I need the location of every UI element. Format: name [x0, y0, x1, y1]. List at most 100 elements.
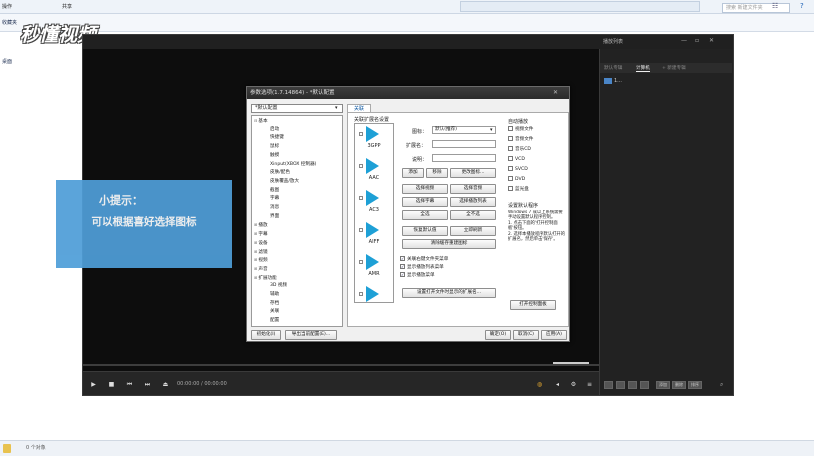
pl-search-icon[interactable]: ⌕	[720, 381, 723, 389]
tree-item[interactable]: 字幕	[254, 231, 267, 237]
change-icon-button[interactable]: 更改图标...	[450, 168, 496, 178]
tree-item[interactable]: 视频	[254, 257, 267, 263]
tree-item[interactable]: 快捷键	[270, 135, 284, 140]
volume-slider[interactable]	[553, 362, 589, 364]
tree-item[interactable]: 播放	[254, 222, 267, 228]
explorer-menu-left[interactable]: 操作	[2, 3, 12, 10]
prev-icon[interactable]: ⏮	[125, 380, 134, 389]
select-video-button[interactable]: 选择视频	[402, 184, 448, 194]
pl-btn-c[interactable]	[628, 381, 637, 389]
open-control-panel-button[interactable]: 打开控制面板	[510, 300, 556, 310]
pl-btn-b[interactable]	[616, 381, 625, 389]
menu-icon[interactable]: ≡	[585, 380, 594, 389]
select-audio-button[interactable]: 选择音频	[450, 184, 496, 194]
select-playlist-button[interactable]: 选择播放列表	[450, 197, 496, 207]
autoplay-checkbox[interactable]: VCD	[508, 156, 525, 163]
pl-add-button[interactable]: 添加	[656, 381, 670, 389]
tree-item[interactable]: 扩展功能	[254, 275, 276, 281]
eject-icon[interactable]: ⏏	[161, 380, 170, 389]
extension-item[interactable]: AMR	[359, 249, 389, 282]
extension-checkbox[interactable]	[359, 292, 363, 296]
preset-select[interactable]: *默认配置	[251, 104, 343, 113]
tree-item[interactable]: 3D 视频	[270, 283, 287, 288]
tree-item[interactable]: 基本	[254, 118, 267, 124]
pl-btn-a[interactable]	[604, 381, 613, 389]
refresh-now-button[interactable]: 立即刷新	[450, 226, 496, 236]
playlist-tab-new[interactable]: + 新建专辑	[662, 65, 686, 71]
extension-checkbox[interactable]	[359, 196, 363, 200]
tree-item[interactable]: 辅助	[270, 292, 279, 297]
tree-item[interactable]: 界面	[270, 214, 279, 219]
autoplay-checkbox[interactable]: 蓝光盘	[508, 186, 529, 193]
tree-item[interactable]: 存档	[270, 301, 279, 306]
tree-item[interactable]: 皮肤覆盖/放大	[270, 179, 299, 184]
settings-tree[interactable]: 基本启动快捷键鼠标触摸 Xinput(XBOX 控制器) 皮肤/配色皮肤覆盖/放大截…	[251, 115, 343, 327]
maximize-icon[interactable]: ▫	[695, 37, 699, 44]
init-button[interactable]: 初始化(I)	[251, 330, 281, 340]
extension-list[interactable]: 3GPP AAC AC3 AIFF AMR AMV	[354, 123, 394, 303]
dialog-close-icon[interactable]: ✕	[553, 89, 558, 96]
extension-item[interactable]: AAC	[359, 153, 389, 186]
extension-checkbox[interactable]	[359, 164, 363, 168]
next-icon[interactable]: ⏭	[143, 380, 152, 389]
minimize-icon[interactable]: —	[681, 37, 687, 44]
extension-checkbox[interactable]	[359, 132, 363, 136]
select-all-button[interactable]: 全选	[402, 210, 448, 220]
apply-button[interactable]: 应用(A)	[541, 330, 567, 340]
select-subtitle-button[interactable]: 选择字幕	[402, 197, 448, 207]
autoplay-checkbox[interactable]: 音乐CD	[508, 146, 531, 153]
playlist-item[interactable]: 1...	[614, 78, 622, 84]
extension-item[interactable]: 3GPP	[359, 124, 389, 154]
tree-item[interactable]: 触摸	[270, 153, 279, 158]
3d-icon[interactable]: ◍	[535, 380, 544, 389]
pl-btn-d[interactable]	[640, 381, 649, 389]
nav-favorites[interactable]: 收藏夹	[2, 19, 17, 26]
settings-gear-icon[interactable]: ⚙	[569, 380, 578, 389]
tree-item[interactable]: 配置	[270, 318, 279, 323]
ok-button[interactable]: 确定(O)	[485, 330, 511, 340]
tree-item[interactable]: 皮肤/配色	[270, 170, 290, 175]
tree-item[interactable]: 滤镜	[254, 249, 267, 255]
pl-sort-button[interactable]: 排序	[688, 381, 702, 389]
pl-delete-button[interactable]: 删除	[672, 381, 686, 389]
clear-cache-button[interactable]: 清除缓存重建图标	[402, 239, 496, 249]
explorer-menu-share[interactable]: 共享	[62, 3, 72, 10]
check-playlist-menu[interactable]: ✓ 显示播放列表菜单	[400, 264, 444, 271]
desc-input[interactable]	[432, 154, 496, 162]
chevron-down-icon[interactable]: ▾	[335, 105, 338, 111]
extension-checkbox[interactable]	[359, 228, 363, 232]
autoplay-checkbox[interactable]: DVD	[508, 176, 525, 183]
address-bar[interactable]	[460, 1, 700, 12]
extension-item[interactable]: AIFF	[359, 217, 389, 250]
view-options-icon[interactable]: ☷	[772, 2, 778, 10]
set-open-ext-button[interactable]: 设置打开文件时显示的扩展名...	[402, 288, 496, 298]
playlist-tab-computer[interactable]: 计算机	[636, 65, 650, 72]
playlist-tab-default[interactable]: 默认专辑	[604, 65, 622, 71]
autoplay-checkbox[interactable]: 音频文件	[508, 136, 533, 143]
volume-icon[interactable]: ◂	[553, 380, 562, 389]
tree-item[interactable]: Xinput(XBOX 控制器)	[270, 162, 316, 167]
tree-item[interactable]: 鼠标	[270, 144, 279, 149]
autoplay-checkbox[interactable]: 视频文件	[508, 126, 533, 133]
extension-checkbox[interactable]	[359, 260, 363, 264]
tree-item[interactable]: 关联	[270, 309, 279, 314]
help-icon[interactable]: ?	[800, 2, 804, 10]
export-config-button[interactable]: 导出当前配置(E)...	[285, 330, 337, 340]
select-none-button[interactable]: 全不选	[450, 210, 496, 220]
search-input[interactable]: 搜索 新建文件夹	[722, 3, 790, 13]
ext-input[interactable]	[432, 140, 496, 148]
remove-button[interactable]: 移除	[426, 168, 448, 178]
tree-item[interactable]: 截图	[270, 188, 279, 193]
add-button[interactable]: 添加	[402, 168, 424, 178]
icon-select-chevron-icon[interactable]: ▾	[490, 127, 493, 133]
tree-item[interactable]: 启动	[270, 127, 279, 132]
play-icon[interactable]: ▶	[89, 380, 98, 389]
tree-item[interactable]: 设备	[254, 240, 267, 246]
seek-bar[interactable]	[83, 364, 599, 366]
extension-item[interactable]: AC3	[359, 185, 389, 218]
check-play-menu[interactable]: ✓ 显示播放菜单	[400, 272, 435, 279]
tree-item[interactable]: 声音	[254, 266, 267, 272]
extension-item[interactable]: AMV	[359, 281, 389, 302]
close-icon[interactable]: ✕	[709, 37, 714, 44]
autoplay-checkbox[interactable]: SVCD	[508, 166, 528, 173]
